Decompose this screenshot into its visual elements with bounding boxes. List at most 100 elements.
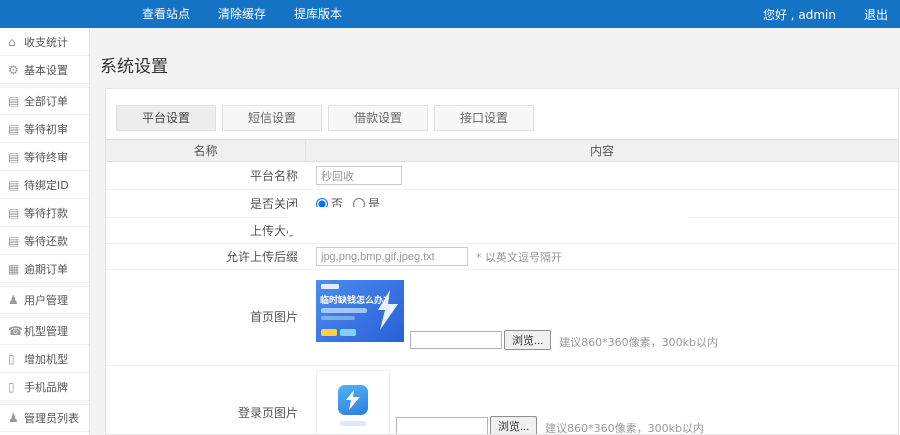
app-caption-bar — [340, 421, 366, 426]
sidebar: ⌂ 收支统计 ⚙ 基本设置 ▤ 全部订单 ▤ 等待初审 ▤ 等待终审 ▤ 待绑定… — [0, 28, 90, 435]
sidebar-item-pending-first-review[interactable]: ▤ 等待初审 — [0, 115, 89, 143]
document-icon: ▤ — [8, 177, 20, 192]
home-image-browse-button[interactable]: 浏览... — [504, 330, 552, 350]
upload-ext-content: * 以英文逗号隔开 — [306, 247, 898, 266]
user-greeting: 您好 , admin — [762, 7, 836, 22]
app-logo-bolt-icon — [346, 390, 360, 410]
logout-link[interactable]: 退出 — [852, 6, 900, 23]
login-image-note: 建议860*360像素，300kb以内 — [545, 422, 705, 435]
upload-ext-input[interactable] — [316, 247, 468, 266]
home-image-note: 建议860*360像素，300kb以内 — [559, 336, 719, 349]
upload-size-label: 上传大小 — [249, 224, 298, 238]
sidebar-item-label: 增加机型 — [24, 352, 68, 366]
mobile-icon: ▯ — [8, 379, 15, 394]
platform-name-content — [306, 166, 898, 185]
platform-name-label: 平台名称 — [249, 169, 298, 183]
sidebar-item-pending-payment[interactable]: ▤ 等待打款 — [0, 199, 89, 227]
sidebar-item-label: 收支统计 — [24, 35, 68, 49]
topbar: 查看站点 清除缓存 提库版本 您好 , admin 退出 — [0, 0, 900, 28]
login-image-file-group: 浏览... — [396, 416, 538, 434]
admin-dashboard: 查看站点 清除缓存 提库版本 您好 , admin 退出 ⌂ 收支统计 ⚙ 基本… — [0, 0, 900, 435]
banner-logo — [321, 284, 339, 289]
document-icon: ▤ — [8, 205, 20, 220]
table-icon: ▦ — [8, 261, 20, 276]
sidebar-item-label: 逾期订单 — [24, 262, 68, 276]
sidebar-item-label: 用户管理 — [24, 294, 68, 307]
sidebar-item-label: 等待终审 — [24, 150, 68, 164]
topbar-menu-db-version[interactable]: 提库版本 — [280, 0, 356, 28]
sidebar-item-pending-repayment[interactable]: ▤ 等待还款 — [0, 227, 89, 255]
login-page-image-preview — [316, 370, 390, 434]
settings-tabs: 平台设置 短信设置 借款设置 接口设置 — [116, 105, 898, 131]
topbar-menu: 查看站点 清除缓存 提库版本 — [128, 0, 356, 28]
phone-icon: ☎ — [8, 324, 23, 338]
table-row-login-image: 登录页图片 浏览... 建议860*360像素，300kb以内 — [106, 366, 898, 435]
topbar-menu-clear-cache[interactable]: 清除缓存 — [204, 0, 280, 28]
login-image-content: 浏览... 建议860*360像素，300kb以内 — [306, 366, 898, 435]
sidebar-item-phone-brands[interactable]: ▯ 手机品牌 — [0, 373, 89, 401]
home-image-label: 首页图片 — [249, 310, 298, 324]
tab-sms-settings[interactable]: 短信设置 — [222, 105, 322, 131]
sidebar-item-basic-settings[interactable]: ⚙ 基本设置 — [0, 56, 89, 84]
document-icon: ▤ — [8, 94, 20, 108]
table-row-home-image: 首页图片 临时缺钱怎么办? 浏览... 建议860*360像素，300kb以内 — [106, 270, 898, 366]
banner-subtext-bar — [321, 308, 367, 313]
sidebar-item-label: 手机品牌 — [24, 380, 68, 394]
settings-table: 名称 内容 平台名称 是否关闭 否 — [106, 139, 898, 435]
upload-ext-note: * 以英文逗号隔开 — [476, 250, 562, 264]
sidebar-item-pending-final-review[interactable]: ▤ 等待终审 — [0, 143, 89, 171]
sidebar-item-model-management[interactable]: ☎ 机型管理 — [0, 317, 89, 345]
platform-name-input[interactable] — [316, 166, 402, 185]
login-image-label: 登录页图片 — [237, 406, 298, 420]
redacted-area — [288, 207, 688, 235]
mobile-icon: ▯ — [8, 351, 15, 366]
sidebar-item-label: 等待还款 — [24, 234, 68, 248]
table-header-row: 名称 内容 — [106, 140, 898, 162]
topbar-menu-view-site[interactable]: 查看站点 — [128, 0, 204, 28]
column-header-content: 内容 — [589, 144, 614, 158]
tab-api-settings[interactable]: 接口设置 — [434, 105, 534, 131]
sidebar-item-admin-list[interactable]: ♟ 管理员列表 — [0, 404, 89, 432]
sidebar-item-all-orders[interactable]: ▤ 全部订单 — [0, 87, 89, 115]
document-icon: ▤ — [8, 121, 20, 136]
sidebar-item-label: 等待初审 — [24, 122, 68, 136]
sidebar-item-label: 全部订单 — [24, 95, 68, 108]
tab-loan-settings[interactable]: 借款设置 — [328, 105, 428, 131]
home-icon: ⌂ — [8, 34, 16, 49]
sidebar-item-label: 待绑定ID — [24, 178, 69, 192]
upload-ext-label: 允许上传后缀 — [225, 250, 298, 264]
home-image-file-input[interactable] — [410, 331, 502, 349]
banner-pill-yellow — [321, 329, 337, 336]
topbar-right: 您好 , admin 退出 — [747, 6, 900, 23]
gear-icon: ⚙ — [8, 62, 19, 77]
sidebar-item-pending-bind-id[interactable]: ▤ 待绑定ID — [0, 171, 89, 199]
sidebar-item-label: 管理员列表 — [24, 412, 79, 425]
login-image-browse-button[interactable]: 浏览... — [490, 416, 538, 434]
home-page-image-preview: 临时缺钱怎么办? — [316, 280, 404, 342]
sidebar-item-add-model[interactable]: ▯ 增加机型 — [0, 345, 89, 373]
column-header-name: 名称 — [106, 140, 306, 161]
home-image-file-group: 浏览... — [410, 330, 552, 350]
sidebar-item-label: 机型管理 — [24, 325, 68, 338]
tab-platform-settings[interactable]: 平台设置 — [116, 105, 216, 131]
lightning-bolt-icon — [378, 290, 398, 330]
banner-subtext-bar-2 — [321, 316, 355, 320]
login-image-file-input[interactable] — [396, 417, 488, 434]
page-title: 系统设置 — [100, 57, 168, 77]
sidebar-item-label: 等待打款 — [24, 206, 68, 220]
sidebar-item-income-stats[interactable]: ⌂ 收支统计 — [0, 28, 89, 56]
user-icon: ♟ — [8, 293, 19, 307]
banner-pill-blue — [340, 329, 356, 336]
home-image-content: 临时缺钱怎么办? 浏览... 建议860*360像素，300kb以内 — [306, 270, 898, 365]
sidebar-item-label: 基本设置 — [24, 63, 68, 77]
site-closed-label: 是否关闭 — [249, 197, 298, 211]
table-row-upload-ext: 允许上传后缀 * 以英文逗号隔开 — [106, 244, 898, 270]
document-icon: ▤ — [8, 233, 20, 248]
document-icon: ▤ — [8, 149, 20, 164]
settings-card: 平台设置 短信设置 借款设置 接口设置 名称 内容 平台名称 是否关闭 — [105, 88, 899, 435]
users-icon: ♟ — [8, 411, 19, 425]
sidebar-item-overdue-orders[interactable]: ▦ 逾期订单 — [0, 255, 89, 283]
table-row-platform-name: 平台名称 — [106, 162, 898, 190]
sidebar-item-user-management[interactable]: ♟ 用户管理 — [0, 286, 89, 314]
app-logo-icon — [338, 385, 368, 415]
